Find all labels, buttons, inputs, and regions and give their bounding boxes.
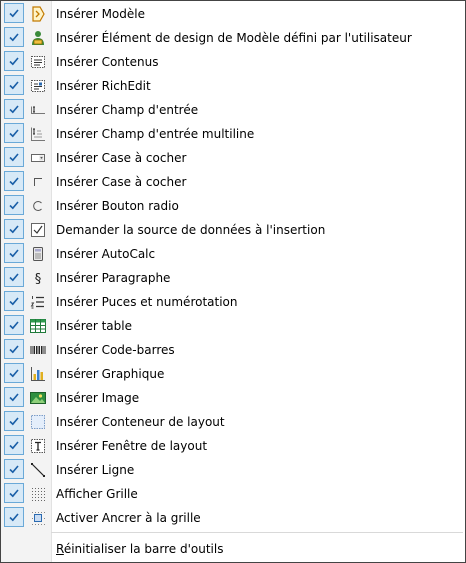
data-source-icon [29,221,47,239]
menu-item-label: Insérer table [56,319,132,333]
check-icon [4,411,24,431]
richedit-icon [29,77,47,95]
line-icon [29,461,47,479]
radio-button-icon [29,197,47,215]
menu-item-label: Insérer RichEdit [56,79,151,93]
check-icon [4,435,24,455]
check-icon [4,339,24,359]
check-icon [4,75,24,95]
check-icon [4,147,24,167]
check-icon [4,99,24,119]
calculator-icon [29,245,47,263]
menu-item-label: Demander la source de données à l'insert… [56,223,326,237]
menu-item-label: Insérer Puces et numérotation [56,295,238,309]
menu-item-label: Insérer Case à cocher [56,175,187,189]
layout-container-icon [29,413,47,431]
menu-item-insert-radio-button[interactable]: Insérer Bouton radio [1,194,465,218]
menu-item-label: Insérer AutoCalc [56,247,156,261]
menu-item-insert-bullets-numbering[interactable]: Insérer Puces et numérotation [1,290,465,314]
image-icon [29,389,47,407]
check-icon [4,243,24,263]
snap-grid-icon [29,509,47,527]
check-icon [4,267,24,287]
menu-item-insert-combo-box[interactable]: Insérer Case à cocher [1,146,465,170]
menu-item-insert-line[interactable]: Insérer Ligne [1,458,465,482]
contents-icon [29,53,47,71]
multiline-input-icon [29,125,47,143]
menu-item-label: Insérer Modèle [56,7,145,21]
menu-item-insert-checkbox[interactable]: Insérer Case à cocher [1,170,465,194]
check-icon [4,387,24,407]
menu-item-snap-to-grid[interactable]: Activer Ancrer à la grille [1,506,465,530]
menu-item-insert-layout-box[interactable]: Insérer Fenêtre de layout [1,434,465,458]
menu-item-prompt-data-source[interactable]: Demander la source de données à l'insert… [1,218,465,242]
barcode-icon [29,341,47,359]
check-icon [4,123,24,143]
input-field-icon [29,101,47,119]
menu-item-insert-contents[interactable]: Insérer Contenus [1,50,465,74]
menu-item-label: Insérer Image [56,391,140,405]
menu-item-insert-user-defined-template[interactable]: Insérer Élément de design de Modèle défi… [1,26,465,50]
check-icon [4,291,24,311]
menu-item-label: Insérer Graphique [56,367,165,381]
menu-item-label: Insérer Paragraphe [56,271,171,285]
menu-item-label: Insérer Champ d'entrée [56,103,199,117]
menu-item-label: Insérer Ligne [56,463,135,477]
check-icon [4,219,24,239]
checkbox-icon [29,173,47,191]
combo-box-icon [29,149,47,167]
reset-toolbar-mnemonic: R [56,542,64,556]
menu-items: Insérer Modèle Insérer Élément de design… [1,2,465,530]
menu-item-show-grid[interactable]: Afficher Grille [1,482,465,506]
check-icon [4,507,24,527]
bullets-numbering-icon [29,293,47,311]
menu-item-insert-chart[interactable]: Insérer Graphique [1,362,465,386]
menu-item-label: Insérer Champ d'entrée multiline [56,127,255,141]
svg-text:§: § [35,272,42,287]
check-icon [4,483,24,503]
menu-item-insert-layout-container[interactable]: Insérer Conteneur de layout [1,410,465,434]
menu-item-label: Insérer Bouton radio [56,199,179,213]
toolbar-customize-menu: Insérer Modèle Insérer Élément de design… [0,0,466,563]
template-icon [29,5,47,23]
menu-item-label: Insérer Élément de design de Modèle défi… [56,31,412,45]
paragraph-icon: § [29,269,47,287]
check-icon [4,3,24,23]
menu-item-insert-input-field[interactable]: Insérer Champ d'entrée [1,98,465,122]
chart-icon [29,365,47,383]
user-defined-template-icon [29,29,47,47]
menu-item-label: Insérer Case à cocher [56,151,187,165]
layout-box-icon [29,437,47,455]
menu-item-label: Insérer Contenus [56,55,159,69]
check-icon [4,363,24,383]
menu-item-insert-richedit[interactable]: Insérer RichEdit [1,74,465,98]
reset-toolbar-item[interactable]: Réinitialiser la barre d'outils [56,541,223,557]
check-icon [4,459,24,479]
menu-item-insert-multiline-input[interactable]: Insérer Champ d'entrée multiline [1,122,465,146]
menu-separator [51,532,463,533]
menu-item-label: Insérer Conteneur de layout [56,415,225,429]
menu-item-label: Activer Ancrer à la grille [56,511,201,525]
check-icon [4,171,24,191]
menu-item-insert-image[interactable]: Insérer Image [1,386,465,410]
grid-icon [29,485,47,503]
check-icon [4,195,24,215]
reset-toolbar-label: éinitialiser la barre d'outils [63,542,224,556]
menu-item-label: Insérer Fenêtre de layout [56,439,208,453]
menu-item-label: Insérer Code-barres [56,343,175,357]
menu-item-insert-table[interactable]: Insérer table [1,314,465,338]
menu-item-insert-paragraph[interactable]: § Insérer Paragraphe [1,266,465,290]
check-icon [4,51,24,71]
check-icon [4,315,24,335]
menu-item-insert-barcode[interactable]: Insérer Code-barres [1,338,465,362]
table-icon [29,317,47,335]
menu-item-label: Afficher Grille [56,487,138,501]
menu-item-insert-template[interactable]: Insérer Modèle [1,2,465,26]
check-icon [4,27,24,47]
menu-item-insert-autocalc[interactable]: Insérer AutoCalc [1,242,465,266]
